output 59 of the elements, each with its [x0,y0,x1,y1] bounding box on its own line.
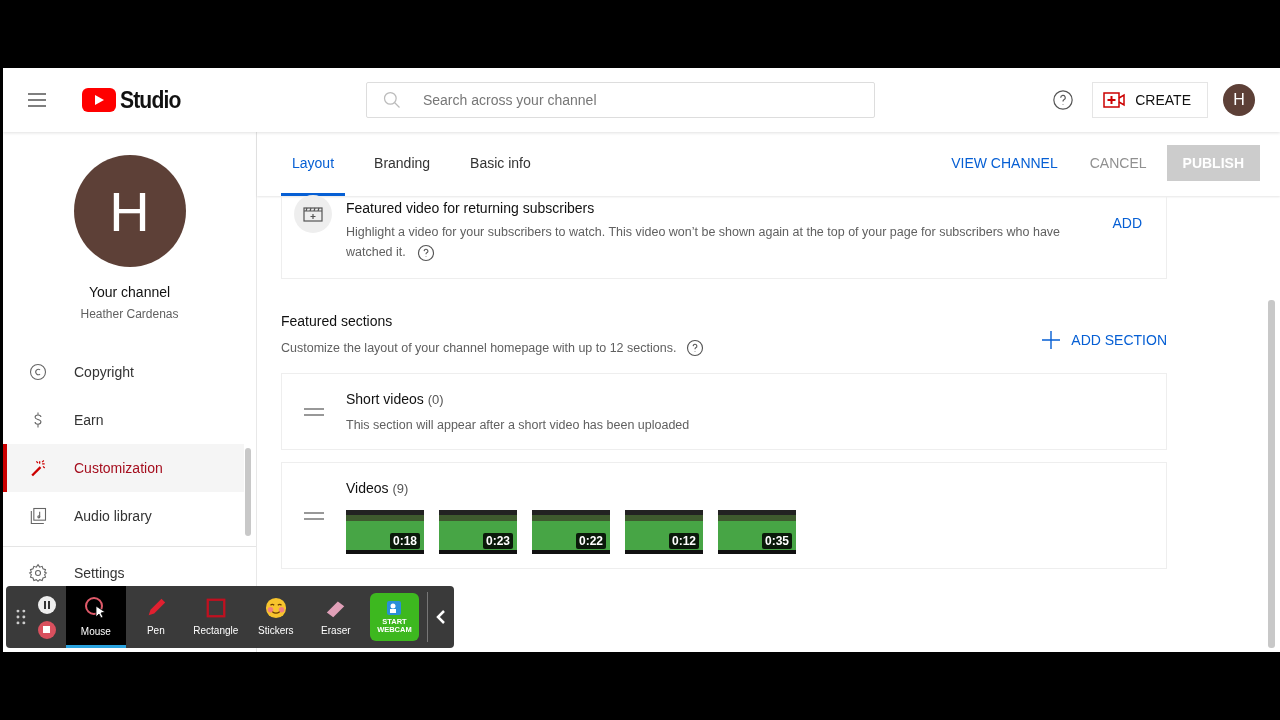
stop-icon [43,626,51,633]
pause-button[interactable] [37,595,56,614]
section-description: This section will appear after a short video has been uploaded [346,417,691,434]
tab[interactable]: Basic info [459,132,542,196]
sidebar-item[interactable]: Copyright [3,348,244,396]
search-field[interactable]: Search across your channel [365,82,875,118]
featured-video-description: Highlight a video for your subscribers to watch. This video won’t be shown again at the top of your page for subscribers who have watched it. [346,222,1087,262]
thumbnail-placeholder[interactable]: 0:18 [346,510,424,554]
create-button[interactable]: CREATE [1092,82,1208,118]
stop-button[interactable] [37,620,56,639]
drag-grip-icon[interactable] [16,609,26,625]
thumbnail-placeholder[interactable]: 0:22 [532,510,610,554]
help-icon[interactable] [686,339,705,357]
toolbar-tool[interactable]: Eraser [305,586,366,648]
collapse-chevron-icon[interactable] [436,609,446,625]
magic-wand-icon [28,458,48,478]
channel-owner-name: Heather Cardenas [80,306,179,322]
sidebar-item[interactable]: Audio library [3,492,244,540]
plus-icon [1041,330,1062,350]
view-channel-button[interactable]: VIEW CHANNEL [939,147,1070,179]
scrollbar-thumb[interactable] [1268,300,1275,648]
section-heading: Featured sections [281,313,394,329]
thumbnail-placeholder[interactable]: 0:12 [625,510,703,554]
toolbar-tool[interactable]: Stickers [245,586,306,648]
music-library-icon [28,506,48,526]
account-avatar[interactable]: H [1223,84,1255,116]
section-description: Customize the layout of your channel homepage with up to 12 sections. [281,340,677,357]
settings-icon [28,563,48,583]
toolbar-tool[interactable]: Rectangle [185,586,246,648]
toolbar-tool[interactable]: Mouse [65,586,126,648]
play-logo-icon [82,88,116,112]
pause-icon [42,600,51,609]
scrollbar-thumb[interactable] [245,448,251,536]
channel-avatar[interactable]: H [73,155,186,267]
drag-handle-icon[interactable] [304,407,324,416]
sidebar-item[interactable]: Earn [3,396,244,444]
video-camera-plus-icon [1103,92,1126,108]
logo-text: Studio [120,86,181,114]
section-title: Videos (9) [346,480,410,496]
toolbar-tool[interactable]: Pen [125,586,186,648]
copyright-icon [28,362,48,382]
section-title: Short videos (0) [346,391,445,407]
rectangle-icon [204,597,227,619]
search-icon [381,90,402,110]
drag-handle-icon[interactable] [304,511,324,520]
cursor-icon [83,596,108,620]
featured-video-title: Featured video for returning subscribers [346,200,596,216]
help-icon[interactable] [1052,89,1075,111]
add-link[interactable]: ADD [1100,205,1154,241]
sidebar-item[interactable]: Customization [3,444,244,492]
channel-title: Your channel [88,283,171,301]
tab[interactable]: Branding [363,132,442,196]
help-icon[interactable] [417,243,436,262]
webcam-icon [387,600,402,615]
menu-icon[interactable] [28,93,46,107]
thumbnail-placeholder[interactable]: 0:35 [718,510,796,554]
smiley-icon [264,597,287,619]
thumbnail-placeholder[interactable]: 0:23 [439,510,517,554]
add-section-button[interactable]: ADD SECTION [1029,320,1167,360]
